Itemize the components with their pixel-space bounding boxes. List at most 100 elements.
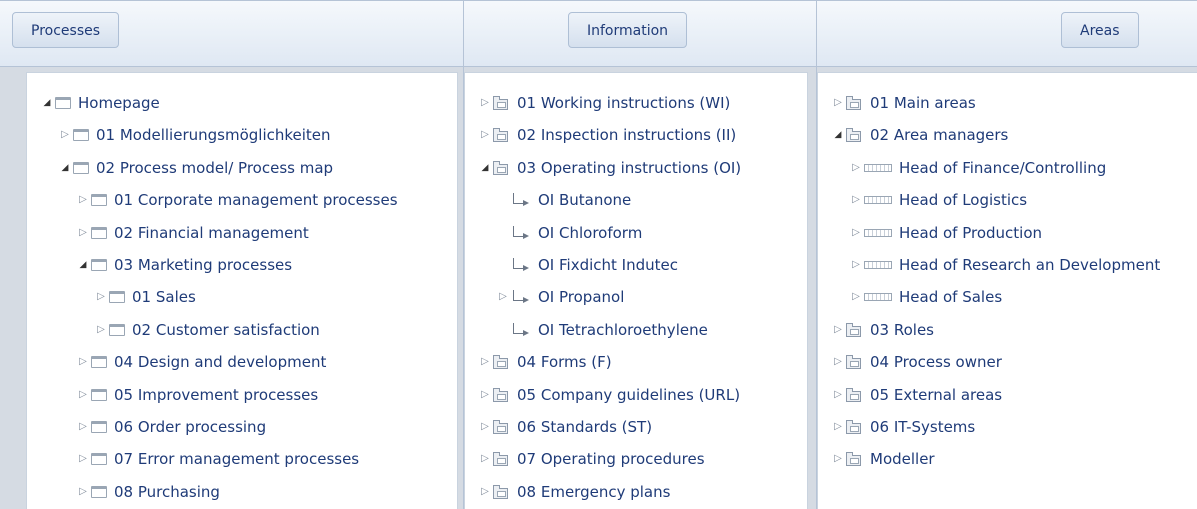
expand-arrow-icon[interactable]: ▷	[495, 284, 511, 310]
tree-node-label[interactable]: 07 Operating procedures	[517, 446, 705, 472]
expand-arrow-icon[interactable]: ▷	[75, 414, 91, 440]
tree-node-label[interactable]: 02 Customer satisfaction	[132, 317, 320, 343]
expand-arrow-icon[interactable]: ▷	[477, 122, 493, 148]
tree-node[interactable]: OI Fixdicht Indutec	[495, 252, 678, 278]
expand-arrow-icon[interactable]: ▷	[830, 414, 846, 440]
tree-node[interactable]: ▷ 06 Standards (ST)	[477, 414, 652, 440]
tree-node[interactable]: ▷ 08 Purchasing	[75, 479, 220, 505]
tree-node-label[interactable]: Head of Research an Development	[899, 252, 1160, 278]
expand-arrow-icon[interactable]: ▷	[75, 220, 91, 246]
expand-arrow-icon[interactable]: ▷	[830, 90, 846, 116]
expand-arrow-icon[interactable]: ▷	[75, 349, 91, 375]
tree-node-label[interactable]: 03 Marketing processes	[114, 252, 292, 278]
tree-node[interactable]: OI Chloroform	[495, 220, 642, 246]
collapse-arrow-icon[interactable]: ◢	[477, 155, 493, 181]
tree-node[interactable]: ▷ 05 Improvement processes	[75, 382, 318, 408]
tree-node[interactable]: ▷ 07 Operating procedures	[477, 446, 705, 472]
collapse-arrow-icon[interactable]: ◢	[39, 90, 55, 116]
collapse-arrow-icon[interactable]: ◢	[75, 252, 91, 278]
expand-arrow-icon[interactable]: ▷	[75, 187, 91, 213]
tree-node-label[interactable]: 03 Roles	[870, 317, 934, 343]
expand-arrow-icon[interactable]: ▷	[848, 155, 864, 181]
tree-node-label[interactable]: 02 Inspection instructions (II)	[517, 122, 736, 148]
tree-node[interactable]: ▷ 05 External areas	[830, 382, 1002, 408]
tree-node-label[interactable]: OI Chloroform	[538, 220, 642, 246]
expand-arrow-icon[interactable]: ▷	[93, 284, 109, 310]
tree-node-label[interactable]: 06 Standards (ST)	[517, 414, 652, 440]
tree-node-label[interactable]: 08 Purchasing	[114, 479, 220, 505]
tree-node[interactable]: ◢ Homepage	[39, 90, 160, 116]
tree-node[interactable]: ▷ 08 Emergency plans	[477, 479, 670, 505]
tree-node-label[interactable]: 04 Design and development	[114, 349, 326, 375]
tree-node[interactable]: ▷ 01 Sales	[93, 284, 196, 310]
expand-arrow-icon[interactable]: ▷	[830, 382, 846, 408]
tree-node[interactable]: ◢ 03 Marketing processes	[75, 252, 293, 278]
expand-arrow-icon[interactable]: ▷	[477, 414, 493, 440]
tree-node-label[interactable]: Head of Logistics	[899, 187, 1027, 213]
expand-arrow-icon[interactable]: ▷	[830, 317, 846, 343]
tree-node-label[interactable]: 01 Modellierungsmöglichkeiten	[96, 122, 331, 148]
expand-arrow-icon[interactable]: ▷	[477, 90, 493, 116]
tree-node[interactable]: ▷ 02 Financial management	[75, 220, 309, 246]
tree-node[interactable]: ▷ 01 Working instructions (WI)	[477, 90, 730, 116]
tree-node[interactable]: ▷ 04 Design and development	[75, 349, 326, 375]
processes-header-button[interactable]: Processes	[12, 12, 120, 48]
tree-node[interactable]: ▷ 06 IT-Systems	[830, 414, 975, 440]
expand-arrow-icon[interactable]: ▷	[830, 446, 846, 472]
tree-node[interactable]: OI Butanone	[495, 187, 631, 213]
tree-node[interactable]: ◢ 02 Area managers	[830, 122, 1009, 148]
expand-arrow-icon[interactable]: ▷	[477, 446, 493, 472]
information-header-button[interactable]: Information	[568, 12, 688, 48]
tree-node[interactable]: ▷ 04 Forms (F)	[477, 349, 611, 375]
tree-node-label[interactable]: 01 Sales	[132, 284, 196, 310]
tree-node[interactable]: ▷ 01 Corporate management processes	[75, 187, 397, 213]
expand-arrow-icon[interactable]: ▷	[848, 187, 864, 213]
tree-node[interactable]: ▷ Head of Sales	[848, 284, 1002, 310]
expand-arrow-icon[interactable]: ▷	[848, 252, 864, 278]
tree-node[interactable]: ◢ 02 Process model/ Process map	[57, 155, 334, 181]
tree-node[interactable]: ▷ OI Propanol	[495, 284, 624, 310]
tree-node-label[interactable]: Homepage	[78, 90, 160, 116]
tree-node-label[interactable]: 04 Process owner	[870, 349, 1002, 375]
tree-node-label[interactable]: 01 Main areas	[870, 90, 976, 116]
tree-node[interactable]: ▷ Head of Production	[848, 220, 1042, 246]
tree-node-label[interactable]: 02 Area managers	[870, 122, 1008, 148]
tree-node[interactable]: ▷ Head of Logistics	[848, 187, 1027, 213]
tree-node-label[interactable]: 06 Order processing	[114, 414, 266, 440]
tree-node-label[interactable]: OI Butanone	[538, 187, 631, 213]
tree-node-label[interactable]: 05 External areas	[870, 382, 1002, 408]
areas-header-button[interactable]: Areas	[1061, 12, 1139, 48]
expand-arrow-icon[interactable]: ▷	[93, 317, 109, 343]
tree-node[interactable]: ▷ 03 Roles	[830, 317, 934, 343]
tree-node-label[interactable]: Head of Production	[899, 220, 1042, 246]
tree-node[interactable]: ▷ 01 Modellierungsmöglichkeiten	[57, 122, 331, 148]
expand-arrow-icon[interactable]: ▷	[477, 382, 493, 408]
tree-node-label[interactable]: 05 Improvement processes	[114, 382, 318, 408]
tree-node[interactable]: ▷ Head of Research an Development	[848, 252, 1160, 278]
tree-node-label[interactable]: 02 Process model/ Process map	[96, 155, 333, 181]
tree-node-label[interactable]: OI Tetrachloroethylene	[538, 317, 708, 343]
tree-node-label[interactable]: Modeller	[870, 446, 935, 472]
tree-node-label[interactable]: 07 Error management processes	[114, 446, 359, 472]
tree-node[interactable]: ▷ 04 Process owner	[830, 349, 1002, 375]
tree-node-label[interactable]: Head of Sales	[899, 284, 1002, 310]
tree-node-label[interactable]: 08 Emergency plans	[517, 479, 670, 505]
tree-node-label[interactable]: OI Propanol	[538, 284, 624, 310]
tree-node[interactable]: ▷ 05 Company guidelines (URL)	[477, 382, 740, 408]
tree-node[interactable]: OI Tetrachloroethylene	[495, 317, 708, 343]
tree-node[interactable]: ▷ Head of Finance/Controlling	[848, 155, 1106, 181]
tree-node[interactable]: ▷ 06 Order processing	[75, 414, 266, 440]
tree-node[interactable]: ◢ 03 Operating instructions (OI)	[477, 155, 742, 181]
expand-arrow-icon[interactable]: ▷	[477, 479, 493, 505]
tree-node[interactable]: ▷ 07 Error management processes	[75, 446, 359, 472]
tree-node[interactable]: ▷ 02 Customer satisfaction	[93, 317, 320, 343]
expand-arrow-icon[interactable]: ▷	[75, 382, 91, 408]
collapse-arrow-icon[interactable]: ◢	[57, 155, 73, 181]
expand-arrow-icon[interactable]: ▷	[57, 122, 73, 148]
tree-node-label[interactable]: 02 Financial management	[114, 220, 309, 246]
expand-arrow-icon[interactable]: ▷	[477, 349, 493, 375]
tree-node[interactable]: ▷ 01 Main areas	[830, 90, 976, 116]
expand-arrow-icon[interactable]: ▷	[75, 479, 91, 505]
expand-arrow-icon[interactable]: ▷	[830, 349, 846, 375]
tree-node[interactable]: ▷ 02 Inspection instructions (II)	[477, 122, 736, 148]
